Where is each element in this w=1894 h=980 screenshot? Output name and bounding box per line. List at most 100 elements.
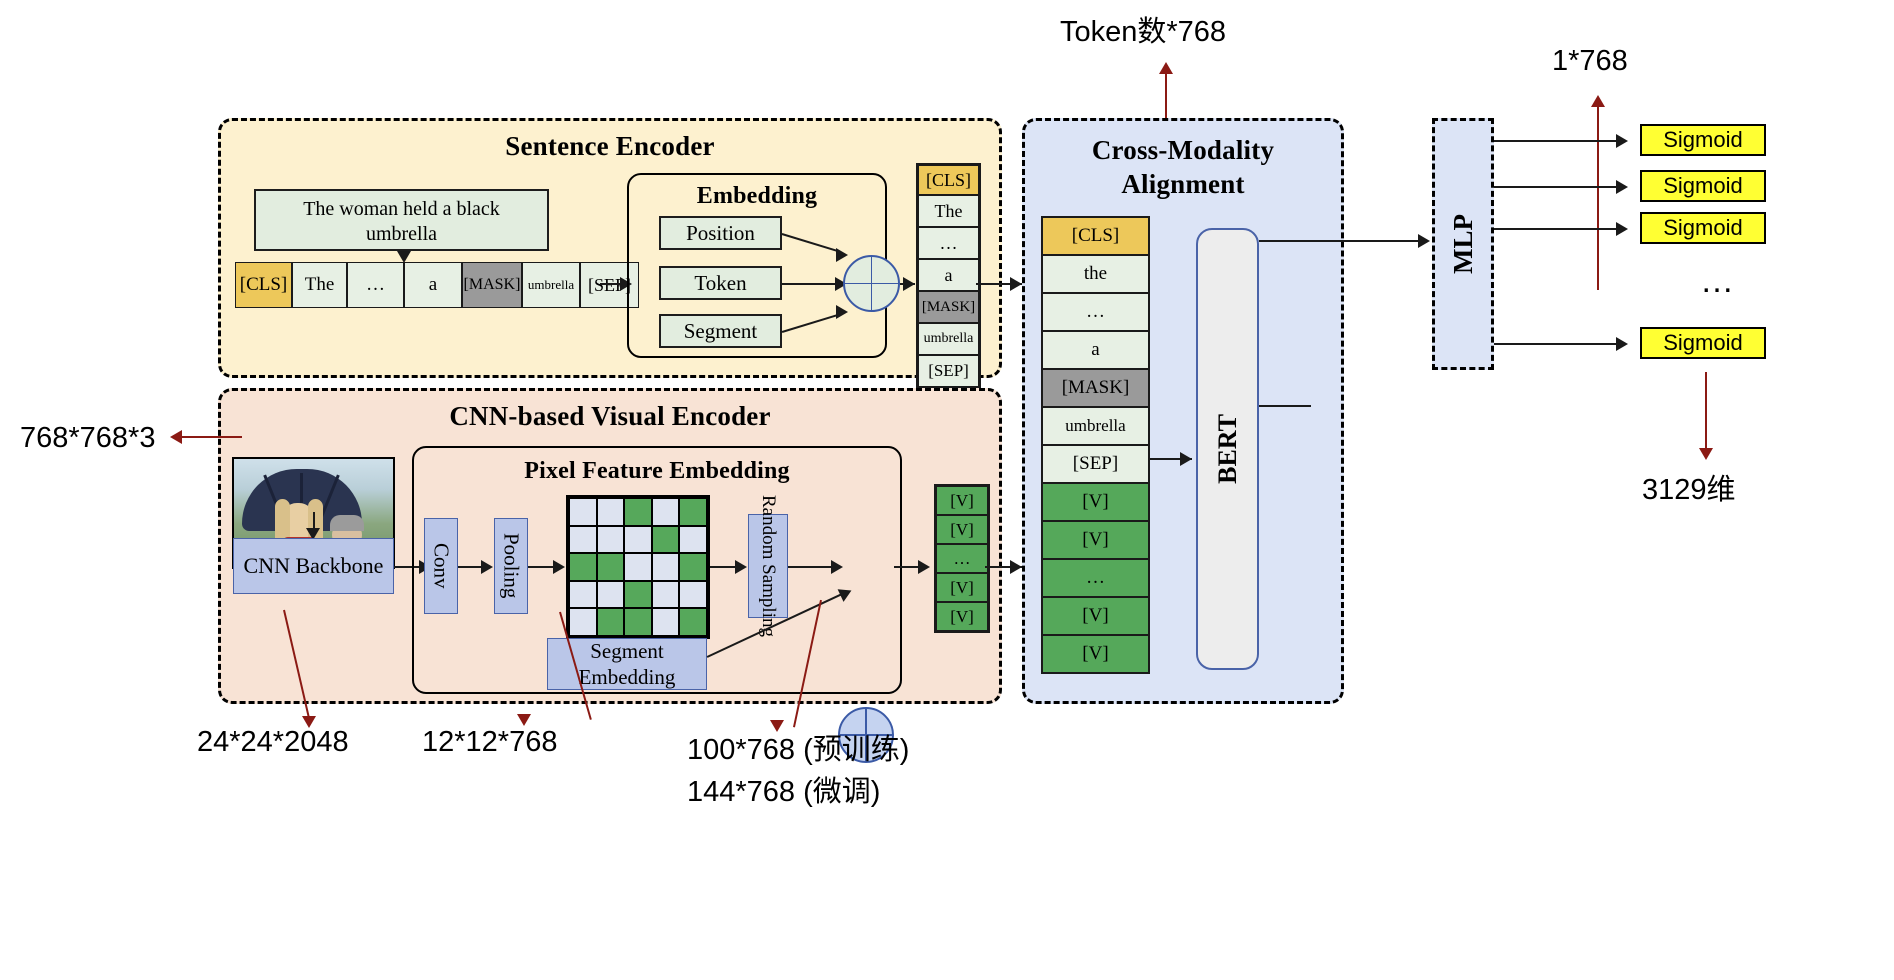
arrow-mlp-sigmoid-1 [1616,134,1628,148]
pooling-box: Pooling [494,518,528,614]
pixel-cell [680,526,706,553]
arrow-cross-to-bert [1180,452,1192,466]
cross-token: [V] [1042,635,1149,673]
conv-box: Conv [424,518,458,614]
arrow-bert-to-mlp [1418,234,1430,248]
pixel-cell [652,499,679,525]
input-token: … [347,262,404,308]
visual-token: [V] [936,486,988,515]
cross-token: [SEP] [1042,445,1149,483]
cross-token: a [1042,331,1149,369]
cross-token: [V] [1042,597,1149,635]
output-token: … [918,227,979,259]
pixel-cell [625,609,651,635]
embedding-item-token: Token [659,266,782,300]
diagram-canvas: Token数*768 1*768 Sentence Encoder The wo… [0,0,1894,980]
cross-token: … [1042,559,1149,597]
arrow-mlp-sigmoid-4 [1616,337,1628,351]
arrow-pooling-to-grid [553,560,565,574]
segment-embedding-box: Segment Embedding [547,638,707,690]
output-token: umbrella [918,323,979,355]
input-token: a [404,262,462,308]
line-mlp-sigmoid-3 [1494,228,1620,230]
arrow-vtokens-to-cross [1010,560,1022,574]
pixel-cell [570,609,596,635]
pixel-cell [652,581,679,608]
pixel-cell [597,554,624,580]
input-token: The [292,262,347,308]
cross-token: the [1042,255,1149,293]
sigmoid-output: Sigmoid [1640,124,1766,156]
bert-label: BERT [1212,414,1242,484]
pixel-cell [570,526,596,553]
line-mlp-sigmoid-1 [1494,140,1620,142]
line-mlp-sigmoid-2 [1494,186,1620,188]
input-token: [MASK] [462,262,522,308]
visual-token: [V] [936,602,988,631]
pixel-cell [652,526,679,553]
arrow-sum-to-vtokens [918,560,930,574]
annotation-backbone-dim: 24*24*2048 [197,726,349,758]
visual-token: … [936,544,988,573]
visual-token: [V] [936,515,988,544]
cross-token: [CLS] [1042,217,1149,255]
cnn-backbone-box: CNN Backbone [233,538,394,594]
pixel-cell [597,526,624,553]
embedding-link-token [782,283,837,285]
pixel-cell [625,554,651,580]
line-pooling-to-grid [528,566,556,568]
sum-circle-sentence [843,255,900,312]
annotation-output-dim: 3129维 [1642,474,1736,506]
pixel-cell [625,499,651,525]
annotation-token-dim: Token数*768 [1060,16,1227,48]
annotation-image-dim: 768*768*3 [20,422,156,454]
input-token: umbrella [522,262,580,308]
line-mlp-sigmoid-4 [1494,343,1620,345]
sigmoid-ellipsis: … [1700,262,1737,300]
input-token-strip: [CLS] The … a [MASK] umbrella [SEP] [235,262,639,308]
pixel-cell [597,609,624,635]
embedding-title: Embedding [696,183,818,209]
pixel-cell [625,581,651,608]
visual-token-column: [V] [V] … [V] [V] [934,484,990,633]
sigmoid-output: Sigmoid [1640,212,1766,244]
pixel-feature-embedding-title: Pixel Feature Embedding [524,458,790,484]
line-bert-side [1259,405,1311,407]
pixel-cell [625,526,651,553]
annotation-sampled-pre: 100*768 (预训练) [687,734,910,766]
visual-token: [V] [936,573,988,602]
arrow-sampling-to-sum [831,560,843,574]
output-token: [CLS] [918,165,979,195]
arrow-embedding-position [836,248,848,262]
cross-token: [V] [1042,521,1149,559]
sentence-output-token-column: [CLS] The … a [MASK] umbrella [SEP] [916,163,981,389]
mlp-label: MLP [1447,214,1478,274]
line-grid-to-sampling [710,566,738,568]
pixel-feature-grid [566,495,710,639]
pixel-cell [680,554,706,580]
arrow-pooled-dim [517,714,531,726]
arrow-sum-to-output [903,277,915,291]
pixel-cell [652,554,679,580]
pixel-cell [597,499,624,525]
line-sum-to-vtokens [894,566,920,568]
mlp-box: MLP [1432,118,1494,370]
caption-box: The woman held a black umbrella [254,189,549,251]
pixel-cell [570,581,596,608]
arrow-grid-to-sampling [735,560,747,574]
cross-modality-title-1: Cross-Modality [1091,135,1275,165]
cross-modality-title-2: Alignment [1121,169,1245,199]
visual-encoder-title: CNN-based Visual Encoder [449,401,771,431]
annotation-cls-dim: 1*768 [1552,45,1628,77]
bert-box: BERT [1196,228,1259,670]
output-token: a [918,259,979,291]
sentence-encoder-title: Sentence Encoder [505,131,715,161]
cross-modality-token-column: [CLS] the… a [MASK] umbrella [SEP] [V] [V]… [V][… [1041,216,1150,674]
output-token: [MASK] [918,291,979,323]
arrow-conv-to-pooling [481,560,493,574]
pixel-cell [680,499,706,525]
line-bert-to-mlp [1259,240,1424,242]
embedding-item-position: Position [659,216,782,250]
line-sampling-to-sum [788,566,836,568]
sigmoid-output: Sigmoid [1640,170,1766,202]
